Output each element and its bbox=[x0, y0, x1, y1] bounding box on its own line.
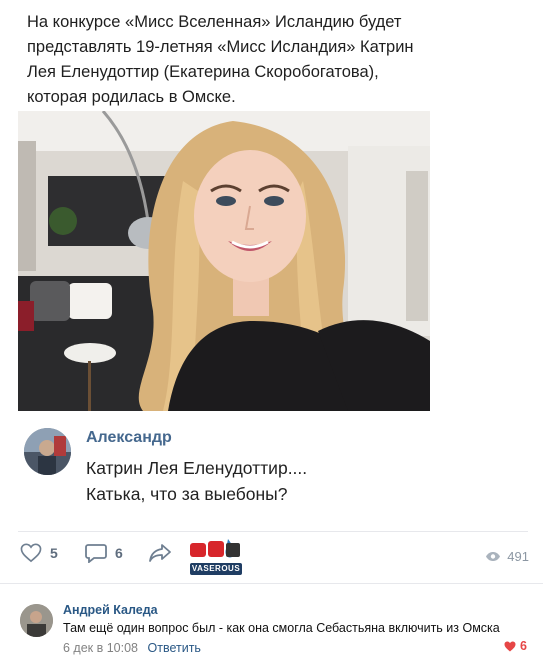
eye-icon bbox=[486, 552, 501, 561]
share-button[interactable] bbox=[148, 543, 172, 563]
watermark-logo: VASEROUS bbox=[188, 535, 244, 579]
comment-text: Катрин Лея Еленудоттир.... Катька, что з… bbox=[86, 455, 307, 507]
comment-author[interactable]: Александр bbox=[86, 429, 172, 447]
view-counter: 491 bbox=[485, 549, 529, 564]
heart-icon bbox=[20, 543, 42, 563]
quoted-comment: Александр Катрин Лея Еленудоттир.... Кат… bbox=[20, 425, 520, 525]
comment-line: Катька, что за выебоны? bbox=[86, 484, 288, 504]
comment-icon bbox=[85, 544, 107, 563]
avatar[interactable] bbox=[24, 428, 71, 475]
comment-count: 6 bbox=[115, 545, 123, 561]
reply-text: Там ещё один вопрос был - как она смогла… bbox=[63, 621, 500, 635]
share-icon bbox=[149, 544, 171, 562]
reply-author[interactable]: Андрей Каледа bbox=[63, 603, 158, 617]
reply-comment: Андрей Каледа Там ещё один вопрос был - … bbox=[0, 590, 543, 660]
post-text-line: которая родилась в Омске. bbox=[27, 88, 236, 106]
comment-line: Катрин Лея Еленудоттир.... bbox=[86, 458, 308, 478]
view-count: 491 bbox=[507, 549, 529, 564]
heart-icon bbox=[504, 641, 516, 651]
like-count: 5 bbox=[50, 545, 58, 561]
reply-meta: 6 дек в 10:08 Ответить bbox=[63, 641, 201, 655]
post-text-line: Лея Еленудоттир (Екатерина Скоробогатова… bbox=[27, 63, 379, 81]
avatar-image bbox=[24, 428, 71, 475]
avatar-image bbox=[20, 604, 53, 637]
post-text: На конкурсе «Мисс Вселенная» Исландию бу… bbox=[27, 10, 517, 110]
divider bbox=[0, 583, 543, 584]
post-text-line: представлять 19-летняя «Мисс Исландия» К… bbox=[27, 38, 414, 56]
selfie-photo-illustration bbox=[18, 111, 430, 411]
post-text-line: На конкурсе «Мисс Вселенная» Исландию бу… bbox=[27, 13, 402, 31]
avatar[interactable] bbox=[20, 604, 53, 637]
comment-button[interactable]: 6 bbox=[85, 543, 123, 563]
reply-like-button[interactable]: 6 bbox=[504, 639, 527, 653]
reply-link[interactable]: Ответить bbox=[148, 641, 201, 655]
like-button[interactable]: 5 bbox=[20, 543, 58, 563]
logo-text: VASEROUS bbox=[191, 564, 241, 573]
post-photo[interactable] bbox=[18, 111, 430, 411]
post-actions: 5 6 VASEROUS 491 bbox=[0, 532, 543, 580]
reply-like-count: 6 bbox=[520, 639, 527, 653]
reply-date[interactable]: 6 дек в 10:08 bbox=[63, 641, 138, 655]
